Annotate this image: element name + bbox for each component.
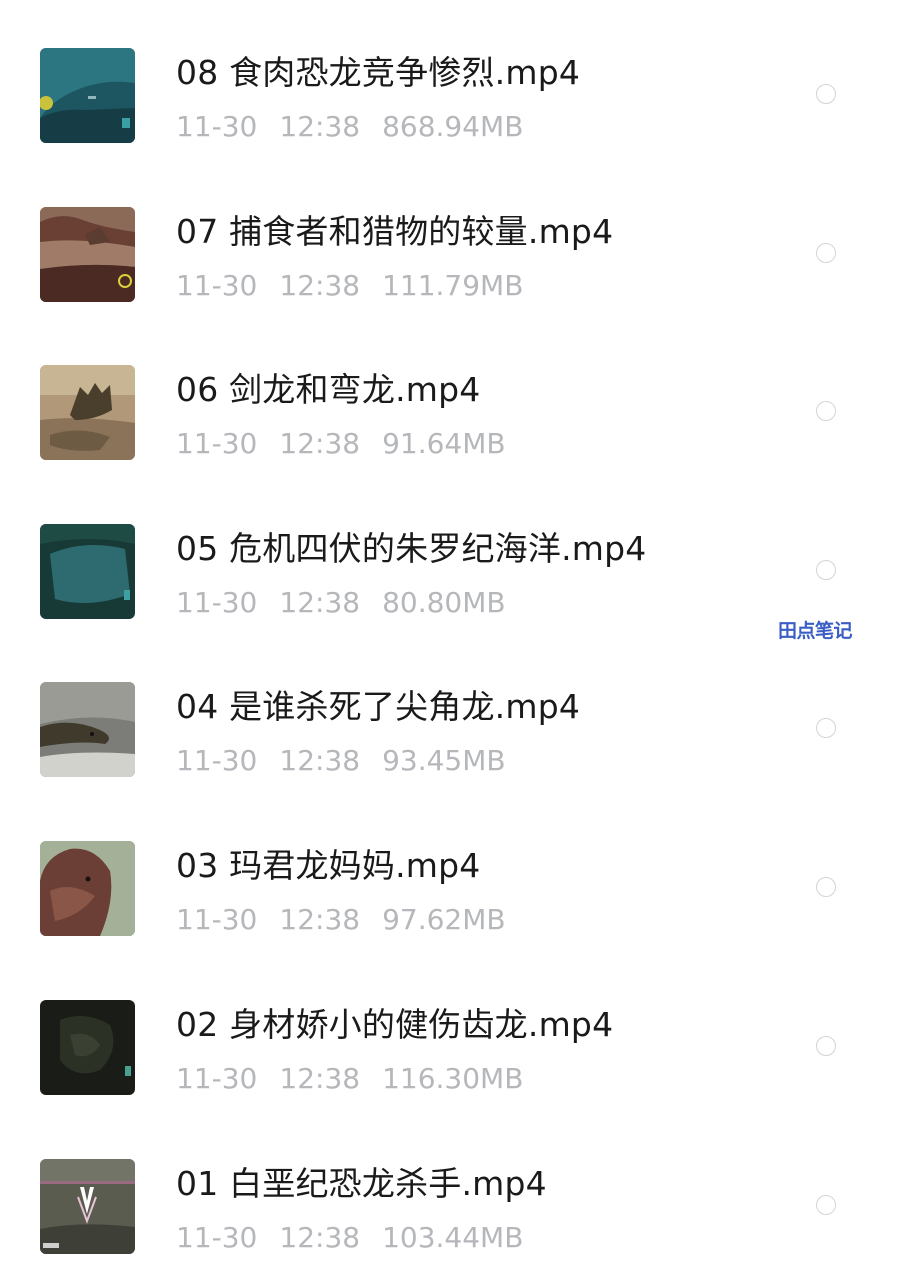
file-date: 11-30 [176,744,258,777]
select-radio[interactable] [816,560,836,580]
file-meta: 11-30 12:38 97.62MB [176,903,506,937]
file-size: 91.64MB [382,427,506,460]
file-name: 03 玛君龙妈妈.mp4 [176,846,481,885]
video-thumbnail [40,1000,135,1095]
file-name: 01 白垩纪恐龙杀手.mp4 [176,1164,547,1203]
video-thumbnail [40,48,135,143]
select-radio[interactable] [816,1036,836,1056]
select-radio[interactable] [816,1195,836,1215]
file-row[interactable]: 07 捕食者和猎物的较量.mp4 11-30 12:38 111.79MB [0,159,897,317]
file-list: 08 食肉恐龙竞争惨烈.mp4 11-30 12:38 868.94MB 07 捕食… [0,0,897,1280]
file-date: 11-30 [176,903,258,936]
file-meta: 11-30 12:38 116.30MB [176,1062,523,1096]
file-row[interactable]: 05 危机四伏的朱罗纪海洋.mp4 11-30 12:38 80.80MB [0,476,897,634]
file-name: 05 危机四伏的朱罗纪海洋.mp4 [176,529,647,568]
video-thumbnail [40,207,135,302]
file-date: 11-30 [176,1062,258,1095]
file-row[interactable]: 01 白垩纪恐龙杀手.mp4 11-30 12:38 103.44MB [0,1111,897,1269]
file-date: 11-30 [176,427,258,460]
file-time: 12:38 [279,110,361,143]
video-thumbnail [40,841,135,936]
file-time: 12:38 [279,586,361,619]
file-meta: 11-30 12:38 868.94MB [176,110,523,144]
video-thumbnail [40,365,135,460]
file-size: 116.30MB [382,1062,524,1095]
file-time: 12:38 [279,1062,361,1095]
file-name: 02 身材娇小的健伤齿龙.mp4 [176,1005,614,1044]
file-meta: 11-30 12:38 93.45MB [176,744,506,778]
watermark: 田点笔记 [778,620,853,642]
file-meta: 11-30 12:38 111.79MB [176,269,523,303]
file-row[interactable]: 08 食肉恐龙竞争惨烈.mp4 11-30 12:38 868.94MB [0,0,897,158]
select-radio[interactable] [816,877,836,897]
select-radio[interactable] [816,243,836,263]
file-meta: 11-30 12:38 91.64MB [176,427,506,461]
file-meta: 11-30 12:38 103.44MB [176,1221,523,1255]
file-size: 868.94MB [382,110,524,143]
select-radio[interactable] [816,718,836,738]
video-thumbnail [40,682,135,777]
select-radio[interactable] [816,84,836,104]
file-name: 08 食肉恐龙竞争惨烈.mp4 [176,53,581,92]
file-size: 93.45MB [382,744,506,777]
file-name: 04 是谁杀死了尖角龙.mp4 [176,687,581,726]
file-size: 97.62MB [382,903,506,936]
file-row[interactable]: 06 剑龙和弯龙.mp4 11-30 12:38 91.64MB [0,317,897,475]
file-meta: 11-30 12:38 80.80MB [176,586,506,620]
video-thumbnail [40,524,135,619]
file-time: 12:38 [279,269,361,302]
file-date: 11-30 [176,1221,258,1254]
file-date: 11-30 [176,586,258,619]
file-row[interactable]: 03 玛君龙妈妈.mp4 11-30 12:38 97.62MB [0,793,897,951]
video-thumbnail [40,1159,135,1254]
file-name: 06 剑龙和弯龙.mp4 [176,370,481,409]
file-time: 12:38 [279,903,361,936]
file-size: 103.44MB [382,1221,524,1254]
file-time: 12:38 [279,1221,361,1254]
file-time: 12:38 [279,744,361,777]
file-date: 11-30 [176,110,258,143]
file-size: 111.79MB [382,269,524,302]
select-radio[interactable] [816,401,836,421]
file-size: 80.80MB [382,586,506,619]
file-time: 12:38 [279,427,361,460]
file-name: 07 捕食者和猎物的较量.mp4 [176,212,614,251]
file-row[interactable]: 02 身材娇小的健伤齿龙.mp4 11-30 12:38 116.30MB [0,952,897,1110]
file-row[interactable]: 04 是谁杀死了尖角龙.mp4 11-30 12:38 93.45MB [0,634,897,792]
file-date: 11-30 [176,269,258,302]
